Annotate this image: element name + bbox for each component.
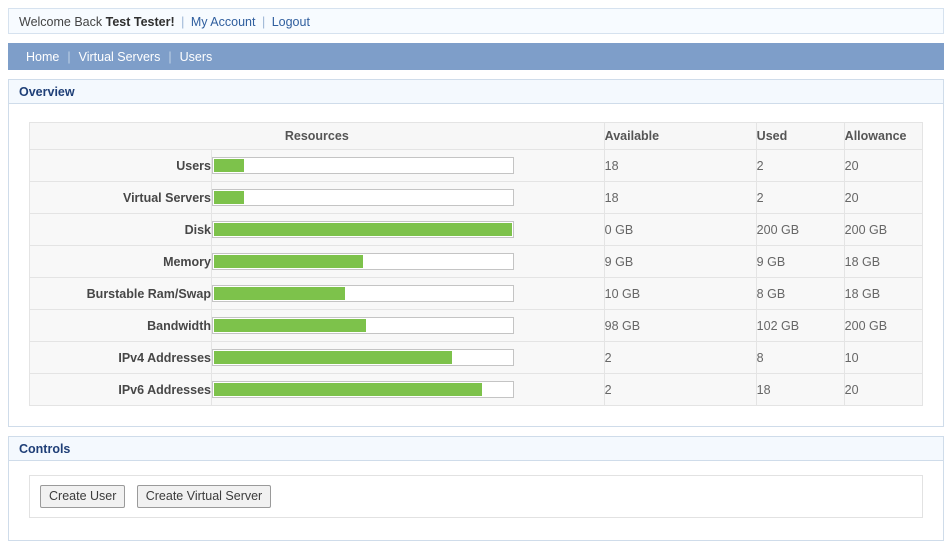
logout-link[interactable]: Logout [272,15,310,29]
resource-used-value: 9 GB [755,245,845,278]
resource-usage-bar-cell [211,341,605,374]
nav-item-virtual-servers[interactable]: Virtual Servers [72,50,168,64]
resource-usage-bar-cell [211,213,605,246]
column-header-available: Available [603,122,757,150]
nav-item-home[interactable]: Home [19,50,66,64]
welcome-separator-1: | [181,15,185,29]
resource-allowance-value: 18 GB [843,245,924,278]
resource-used-value: 8 GB [755,277,845,310]
resource-used-value: 18 [755,373,845,406]
resource-allowance-value: 20 [843,181,924,214]
create-user-button[interactable]: Create User [40,485,126,508]
resource-available-value: 2 [603,373,757,406]
resource-allowance-value: 20 [843,373,924,406]
resource-label: Virtual Servers [29,181,212,214]
table-header-row: Resources Available Used Allowance [29,122,924,150]
progress-bar-fill [214,223,512,236]
resource-available-value: 98 GB [603,309,757,342]
resource-available-value: 18 [603,181,757,214]
resource-usage-bar-cell [211,149,605,182]
resource-available-value: 10 GB [603,277,757,310]
progress-bar-fill [214,287,346,300]
resource-used-value: 2 [755,181,845,214]
resource-label: IPv6 Addresses [29,373,212,406]
resource-label: Disk [29,213,212,246]
table-row: Memory 9 GB 9 GB 18 GB [29,245,924,278]
resource-usage-bar-cell [211,277,605,310]
resource-used-value: 8 [755,341,845,374]
table-row: Bandwidth 98 GB 102 GB 200 GB [29,309,924,342]
resource-available-value: 0 GB [603,213,757,246]
resource-label: IPv4 Addresses [29,341,212,374]
progress-bar-track [212,221,514,238]
progress-bar-fill [214,383,483,396]
table-row: Disk 0 GB 200 GB 200 GB [29,213,924,246]
table-row: IPv4 Addresses 2 8 10 [29,341,924,374]
welcome-username: Test Tester! [105,15,175,29]
column-header-used: Used [755,122,845,150]
progress-bar-track [212,157,514,174]
resource-label: Bandwidth [29,309,212,342]
progress-bar-track [212,317,514,334]
resource-used-value: 200 GB [755,213,845,246]
progress-bar-fill [214,319,366,332]
progress-bar-fill [214,191,244,204]
resource-available-value: 9 GB [603,245,757,278]
progress-bar-track [212,381,514,398]
progress-bar-fill [214,255,363,268]
table-row: IPv6 Addresses 2 18 20 [29,373,924,406]
column-header-allowance: Allowance [843,122,924,150]
controls-panel-body: Create User Create Virtual Server [9,461,943,540]
resources-table-head: Resources Available Used Allowance [29,122,924,150]
resources-table: Resources Available Used Allowance Users… [29,122,924,406]
resource-allowance-value: 18 GB [843,277,924,310]
resource-allowance-value: 20 [843,149,924,182]
table-row: Burstable Ram/Swap 10 GB 8 GB 18 GB [29,277,924,310]
resource-usage-bar-cell [211,245,605,278]
progress-bar-track [212,349,514,366]
progress-bar-track [212,189,514,206]
overview-panel: Overview Resources Available Used Allowa… [8,79,944,427]
welcome-separator-2: | [261,15,266,29]
table-row: Virtual Servers 18 2 20 [29,181,924,214]
resource-usage-bar-cell [211,181,605,214]
resource-allowance-value: 200 GB [843,213,924,246]
progress-bar-track [212,285,514,302]
nav-item-users[interactable]: Users [173,50,220,64]
resource-label: Burstable Ram/Swap [29,277,212,310]
create-virtual-server-button[interactable]: Create Virtual Server [136,485,272,508]
resource-usage-bar-cell [211,309,605,342]
resource-used-value: 2 [755,149,845,182]
table-row: Users 18 2 20 [29,149,924,182]
progress-bar-fill [214,159,244,172]
resource-used-value: 102 GB [755,309,845,342]
overview-panel-body: Resources Available Used Allowance Users… [9,104,943,426]
resource-available-value: 18 [603,149,757,182]
resource-allowance-value: 200 GB [843,309,924,342]
resources-table-body: Users 18 2 20 Virtual Servers 18 2 20 Disk 0 GB 20… [29,149,924,406]
controls-panel: Controls Create User Create Virtual Serv… [8,436,944,541]
welcome-bar: Welcome Back Test Tester! | My Account |… [8,8,944,34]
welcome-greeting: Welcome Back [19,15,103,29]
resource-label: Memory [29,245,212,278]
main-navigation: Home | Virtual Servers | Users [8,43,944,70]
controls-panel-title: Controls [9,437,943,461]
progress-bar-track [212,253,514,270]
resource-allowance-value: 10 [843,341,924,374]
overview-panel-title: Overview [9,80,943,104]
controls-button-group: Create User Create Virtual Server [29,475,923,518]
my-account-link[interactable]: My Account [191,15,256,29]
progress-bar-fill [214,351,453,364]
resource-usage-bar-cell [211,373,605,406]
resource-label: Users [29,149,212,182]
resource-available-value: 2 [603,341,757,374]
column-header-resources: Resources [29,122,605,150]
